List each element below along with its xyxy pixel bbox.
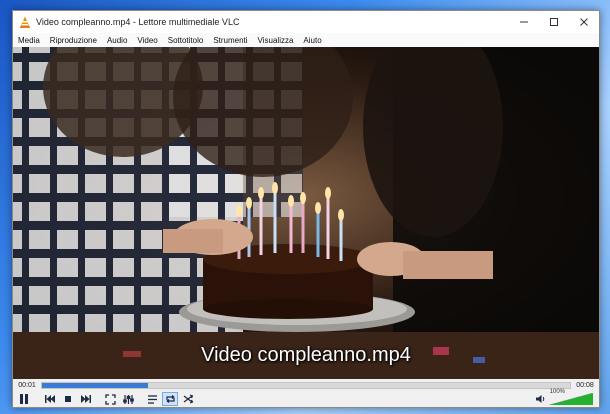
- video-frame: [13, 47, 599, 379]
- close-button[interactable]: [569, 11, 599, 33]
- extended-settings-icon: [122, 394, 134, 404]
- menu-visualizza[interactable]: Visualizza: [253, 36, 299, 45]
- seek-progress: [42, 382, 148, 388]
- extended-settings-button[interactable]: [120, 392, 136, 406]
- menu-bar: Media Riproduzione Audio Video Sottotito…: [13, 33, 599, 48]
- elapsed-time: 00:01: [18, 381, 36, 389]
- previous-icon: [45, 395, 55, 403]
- menu-aiuto[interactable]: Aiuto: [298, 36, 326, 45]
- stop-icon: [65, 396, 71, 402]
- previous-button[interactable]: [42, 392, 58, 406]
- seek-row: 00:01 00:08: [13, 379, 599, 391]
- volume-control: 100%: [531, 389, 593, 406]
- mute-button[interactable]: [532, 392, 548, 406]
- loop-icon: [165, 395, 175, 403]
- vlc-window: Video compleanno.mp4 - Lettore multimedi…: [12, 10, 600, 408]
- maximize-icon: [550, 18, 558, 26]
- title-bar[interactable]: Video compleanno.mp4 - Lettore multimedi…: [13, 11, 599, 33]
- vlc-cone-icon: [19, 16, 31, 28]
- total-time: 00:08: [576, 381, 594, 389]
- minimize-icon: [520, 21, 528, 23]
- pause-icon: [20, 394, 28, 404]
- pause-button[interactable]: [14, 392, 34, 406]
- shuffle-icon: [183, 394, 193, 404]
- loop-button[interactable]: [162, 392, 178, 406]
- playlist-icon: [147, 394, 157, 404]
- menu-video[interactable]: Video: [132, 36, 162, 45]
- stop-button[interactable]: [60, 392, 76, 406]
- menu-media[interactable]: Media: [13, 36, 45, 45]
- seek-bar[interactable]: [41, 381, 571, 389]
- window-title: Video compleanno.mp4 - Lettore multimedi…: [36, 17, 240, 27]
- subtitle-text: Video compleanno.mp4: [201, 344, 411, 366]
- menu-strumenti[interactable]: Strumenti: [208, 36, 252, 45]
- fullscreen-icon: [104, 393, 116, 405]
- menu-audio[interactable]: Audio: [102, 36, 132, 45]
- next-button[interactable]: [78, 392, 94, 406]
- maximize-button[interactable]: [539, 11, 569, 33]
- video-area[interactable]: Video compleanno.mp4: [13, 47, 599, 379]
- next-icon: [81, 395, 91, 403]
- menu-riproduzione[interactable]: Riproduzione: [45, 36, 102, 45]
- close-icon: [580, 18, 588, 26]
- speaker-icon: [535, 395, 544, 403]
- fullscreen-button[interactable]: [102, 392, 118, 406]
- control-bar: 100%: [13, 389, 599, 407]
- menu-sottotitolo[interactable]: Sottotitolo: [163, 36, 209, 45]
- shuffle-button[interactable]: [180, 392, 196, 406]
- playlist-button[interactable]: [144, 392, 160, 406]
- volume-slider[interactable]: 100%: [549, 389, 593, 405]
- minimize-button[interactable]: [509, 11, 539, 33]
